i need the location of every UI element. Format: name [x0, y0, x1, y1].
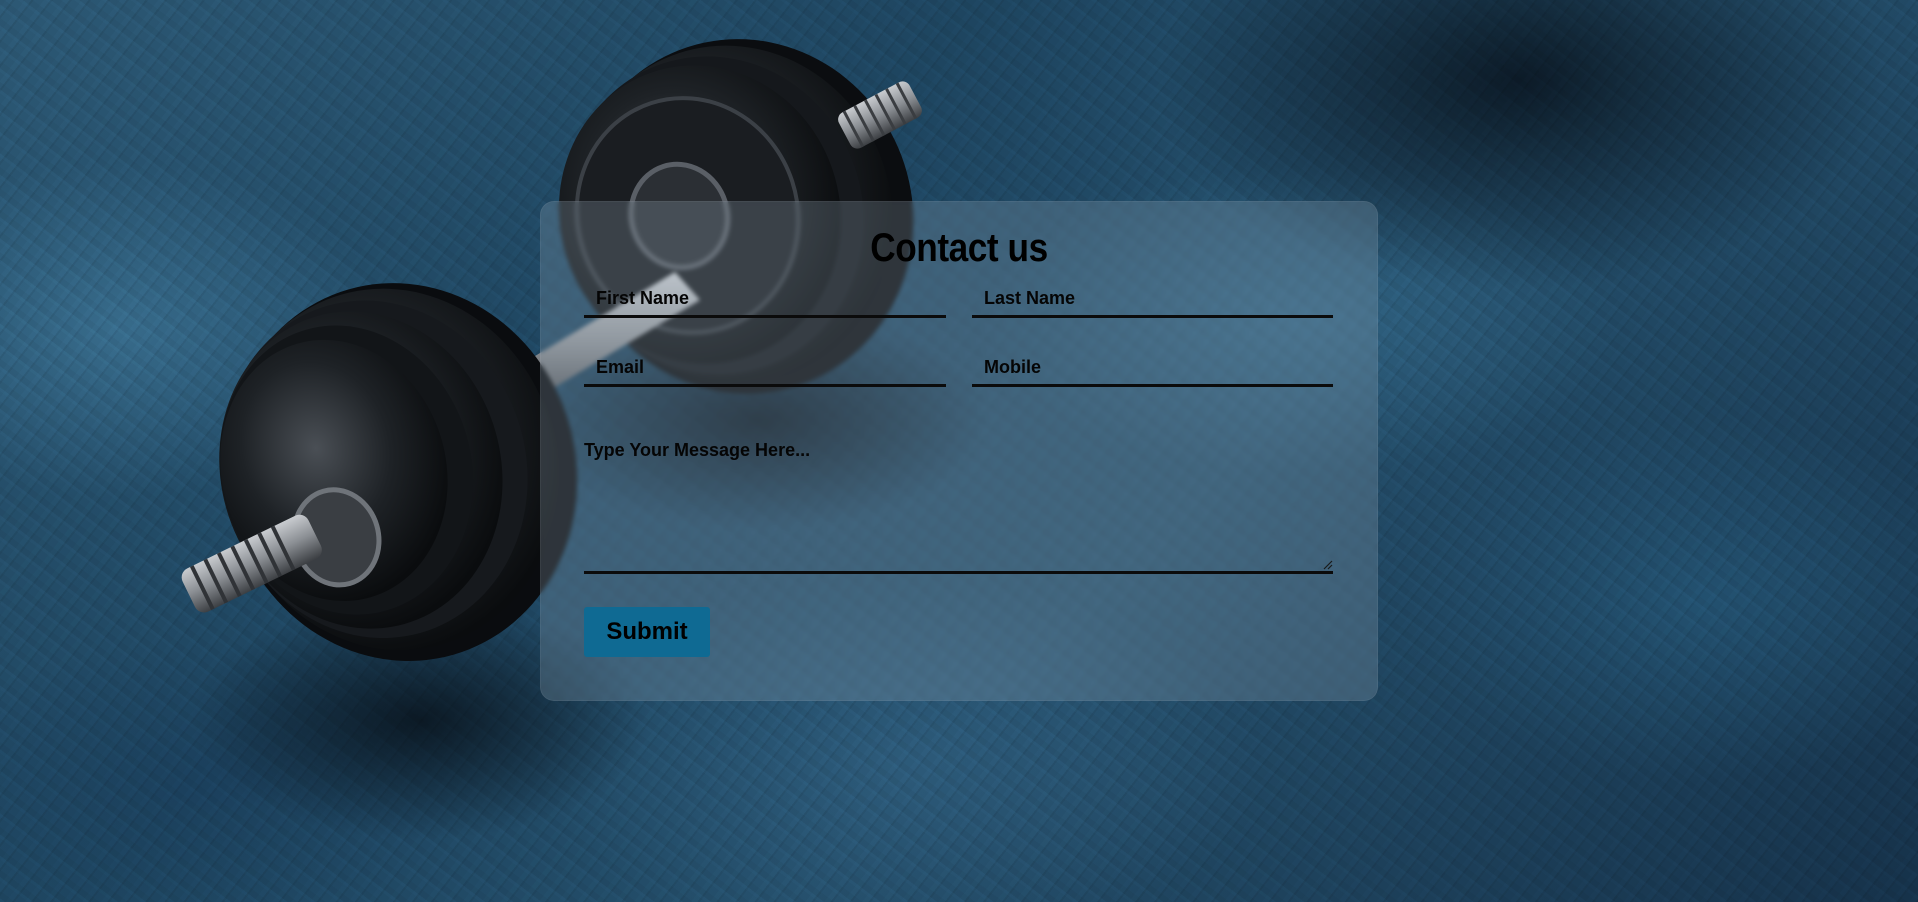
first-name-input[interactable]	[584, 281, 946, 315]
message-field-wrapper	[584, 440, 1333, 574]
first-name-field-wrapper	[584, 281, 946, 318]
email-field-wrapper	[584, 350, 946, 387]
last-name-input[interactable]	[972, 281, 1333, 315]
email-input[interactable]	[584, 350, 946, 384]
last-name-field-wrapper	[972, 281, 1333, 318]
mobile-input[interactable]	[972, 350, 1333, 384]
form-title: Contact us	[870, 226, 1048, 270]
message-textarea[interactable]	[584, 440, 1333, 571]
submit-button[interactable]: Submit	[584, 607, 710, 657]
mobile-field-wrapper	[972, 350, 1333, 387]
contact-form: Contact us Submit	[540, 201, 1378, 701]
resize-grip-icon[interactable]	[1323, 560, 1333, 570]
